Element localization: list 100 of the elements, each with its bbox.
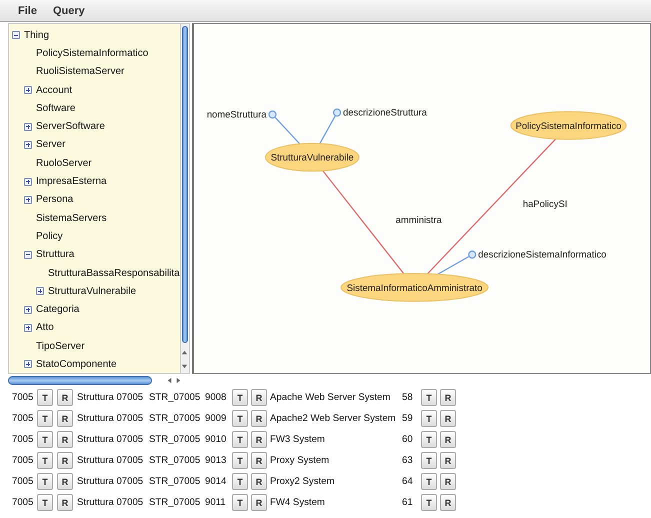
action-button[interactable]: R bbox=[440, 389, 456, 406]
action-button[interactable]: R bbox=[57, 431, 73, 448]
horizontal-scrollbar[interactable] bbox=[8, 376, 152, 384]
action-button[interactable]: T bbox=[37, 431, 53, 448]
expand-icon[interactable] bbox=[24, 360, 32, 368]
table-cell-text: Struttura 07005 bbox=[77, 455, 144, 466]
action-button[interactable]: R bbox=[57, 389, 73, 406]
expand-icon[interactable] bbox=[24, 324, 32, 332]
tree-item[interactable]: RuoloServer bbox=[36, 158, 92, 169]
tree-item[interactable]: Struttura bbox=[36, 249, 74, 260]
tree-item[interactable]: Persona bbox=[36, 194, 74, 206]
table-cell-text: 9011 bbox=[205, 497, 227, 508]
action-button[interactable]: T bbox=[232, 431, 248, 448]
action-button[interactable]: T bbox=[421, 389, 437, 406]
table-cell-text: 9009 bbox=[205, 413, 228, 424]
property-connector bbox=[437, 250, 476, 275]
collapse-icon[interactable] bbox=[12, 31, 20, 40]
expand-icon[interactable] bbox=[24, 306, 32, 314]
menu-item[interactable]: File bbox=[18, 4, 37, 16]
expand-icon[interactable] bbox=[24, 122, 32, 131]
table-cell-text: 9014 bbox=[205, 476, 228, 487]
action-button[interactable]: T bbox=[421, 431, 437, 448]
expand-icon[interactable] bbox=[24, 140, 32, 149]
action-button[interactable]: R bbox=[251, 410, 267, 427]
action-button[interactable]: R bbox=[251, 494, 267, 511]
property-label: descrizioneSistemaInformatico bbox=[478, 248, 606, 260]
action-button[interactable]: T bbox=[421, 452, 437, 469]
right-arrow-icon[interactable] bbox=[175, 376, 182, 384]
action-button[interactable]: T bbox=[232, 389, 248, 406]
tree-item[interactable]: Server bbox=[36, 139, 66, 150]
table-cell-text: 7005 bbox=[12, 413, 34, 424]
action-button[interactable]: R bbox=[57, 452, 73, 469]
table-cell-text: Struttura 07005 bbox=[77, 476, 144, 487]
tree-item[interactable]: StrutturaBassaResponsabilita bbox=[48, 268, 180, 278]
tree-item[interactable]: TipoServer bbox=[36, 340, 85, 352]
class-node[interactable] bbox=[265, 142, 360, 172]
class-node[interactable] bbox=[510, 111, 627, 140]
action-button[interactable]: R bbox=[440, 431, 456, 448]
action-button[interactable]: T bbox=[37, 452, 53, 469]
expand-icon[interactable] bbox=[36, 287, 44, 296]
tree-item[interactable]: Software bbox=[36, 102, 76, 114]
action-button[interactable]: T bbox=[232, 452, 248, 469]
tree-item[interactable]: ImpresaEsterna bbox=[36, 176, 107, 188]
table-cell-text: Struttura 07005 bbox=[77, 434, 144, 445]
action-button[interactable]: T bbox=[421, 473, 437, 490]
tree-item[interactable]: RuoliSistemaServer bbox=[36, 66, 124, 78]
action-button[interactable]: R bbox=[251, 431, 267, 448]
table-cell-text: 7005 bbox=[12, 455, 34, 466]
action-button[interactable]: R bbox=[440, 494, 456, 511]
action-button[interactable]: T bbox=[37, 473, 53, 490]
vertical-scrollbar[interactable] bbox=[180, 24, 189, 373]
action-button[interactable]: T bbox=[421, 494, 437, 511]
up-arrow-icon[interactable] bbox=[181, 348, 188, 356]
action-button[interactable]: R bbox=[57, 410, 73, 427]
node-label: StrutturaVulnerabile bbox=[270, 152, 354, 163]
tree-item[interactable]: PolicySistemaInformatico bbox=[36, 48, 148, 59]
table-cell-text: 7005 bbox=[12, 434, 34, 445]
action-button[interactable]: T bbox=[37, 494, 53, 511]
action-button[interactable]: R bbox=[440, 452, 456, 469]
down-arrow-icon[interactable] bbox=[181, 362, 188, 370]
action-button[interactable]: R bbox=[57, 494, 73, 511]
table-cell-text: STR_07005 bbox=[149, 476, 202, 487]
action-button[interactable]: R bbox=[57, 473, 73, 490]
action-button[interactable]: T bbox=[232, 494, 248, 511]
left-arrow-icon[interactable] bbox=[166, 376, 173, 384]
action-button[interactable]: R bbox=[251, 389, 267, 406]
table-cell-text: STR_07005 bbox=[149, 497, 202, 508]
menu-item[interactable]: Query bbox=[52, 4, 85, 16]
table-cell-text: Apache2 Web Server System bbox=[270, 413, 397, 424]
action-button[interactable]: R bbox=[251, 473, 267, 490]
class-node[interactable] bbox=[340, 273, 489, 302]
table-cell-text: 63 bbox=[402, 455, 414, 466]
table-cell-text: Struttura 07005 bbox=[77, 413, 144, 424]
tree-item[interactable]: StrutturaVulnerabile bbox=[48, 286, 136, 297]
table-cell-text: 9008 bbox=[205, 392, 228, 403]
table-cell-text: 7005 bbox=[12, 476, 34, 487]
tree-item[interactable]: Account bbox=[36, 84, 72, 96]
action-button[interactable]: R bbox=[440, 473, 456, 490]
tree-item[interactable]: Atto bbox=[36, 322, 54, 334]
action-button[interactable]: T bbox=[37, 410, 53, 427]
tree-item[interactable]: StatoComponente bbox=[36, 358, 117, 370]
table-cell-text: 61 bbox=[402, 497, 414, 508]
expand-icon[interactable] bbox=[24, 86, 32, 94]
tree-item[interactable]: ServerSoftware bbox=[36, 121, 105, 132]
action-button[interactable]: T bbox=[232, 473, 248, 490]
tree-item[interactable]: SistemaServers bbox=[36, 212, 107, 224]
table-cell-text: 60 bbox=[402, 434, 414, 445]
action-button[interactable]: T bbox=[421, 410, 437, 427]
expand-icon[interactable] bbox=[24, 196, 32, 204]
tree-item[interactable]: Categoria bbox=[36, 304, 80, 316]
tree-item[interactable]: Thing bbox=[24, 30, 50, 41]
action-button[interactable]: T bbox=[37, 389, 53, 406]
table-cell-text: 7005 bbox=[12, 497, 34, 508]
collapse-icon[interactable] bbox=[24, 250, 32, 259]
table-cell-text: FW3 System bbox=[270, 434, 326, 445]
action-button[interactable]: T bbox=[232, 410, 248, 427]
action-button[interactable]: R bbox=[251, 452, 267, 469]
action-button[interactable]: R bbox=[440, 410, 456, 427]
tree-item[interactable]: Policy bbox=[36, 230, 63, 242]
expand-icon[interactable] bbox=[24, 178, 32, 186]
